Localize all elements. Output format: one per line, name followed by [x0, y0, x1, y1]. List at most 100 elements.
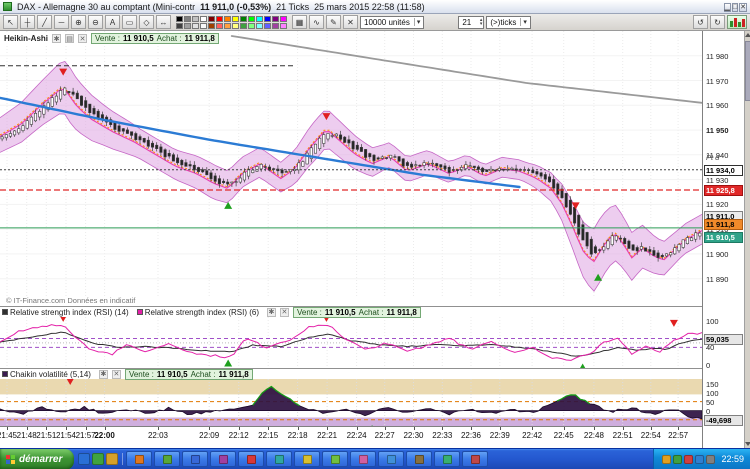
undo-icon[interactable]: ↺ — [693, 15, 708, 29]
minimize-button[interactable]: ▁ — [724, 3, 731, 12]
taskbar-button[interactable] — [322, 451, 348, 467]
close-button[interactable]: ✕ — [739, 3, 747, 12]
color-swatch[interactable] — [256, 16, 263, 22]
color-swatch[interactable] — [216, 16, 223, 22]
color-swatch[interactable] — [184, 23, 191, 29]
zoom-in-icon[interactable]: ⊕ — [71, 15, 86, 29]
cursor-icon[interactable]: ↖ — [3, 15, 18, 29]
color-swatch[interactable] — [224, 23, 231, 29]
chart-style-icon[interactable] — [727, 15, 747, 29]
color-swatch[interactable] — [208, 16, 215, 22]
color-swatch[interactable] — [280, 16, 287, 22]
taskbar-button[interactable] — [434, 451, 460, 467]
units-dropdown[interactable]: 10000 unités ▾ — [360, 16, 424, 29]
color-swatch[interactable] — [176, 23, 183, 29]
time-axis[interactable]: 21:4521:4821:5121:5421:5722:0022:0322:09… — [0, 426, 702, 448]
color-swatch[interactable] — [264, 23, 271, 29]
color-swatch[interactable] — [184, 16, 191, 22]
tray-alert-icon[interactable] — [684, 455, 693, 464]
main-chart-canvas[interactable] — [0, 31, 702, 296]
delete-icon[interactable]: ✕ — [343, 15, 358, 29]
quicklaunch-desktop-icon[interactable] — [92, 453, 104, 465]
price-axis-label: 11 980 — [706, 52, 728, 61]
price-axis[interactable]: 11 98011 97011 96011 95011 94011 93011 9… — [702, 31, 744, 448]
color-swatch[interactable] — [216, 23, 223, 29]
scrollbar-thumb[interactable] — [745, 41, 750, 101]
achat-label: Achat : — [191, 370, 216, 379]
crosshair-icon[interactable]: ┼ — [20, 15, 35, 29]
grid-icon[interactable]: ▦ — [292, 15, 307, 29]
trendline-icon[interactable]: ╱ — [37, 15, 52, 29]
tray-volume-icon[interactable] — [706, 455, 715, 464]
color-swatch[interactable] — [256, 23, 263, 29]
taskbar-button[interactable] — [350, 451, 376, 467]
ticks-count-input[interactable]: 21 ▴ ▾ — [458, 16, 484, 29]
color-swatch[interactable] — [200, 16, 207, 22]
taskbar-button[interactable] — [266, 451, 292, 467]
taskbar-button[interactable] — [294, 451, 320, 467]
rectangle-tool-icon[interactable]: ▭ — [122, 15, 137, 29]
color-swatch[interactable] — [280, 23, 287, 29]
time-axis-label: 22:33 — [432, 431, 452, 440]
scroll-up-icon[interactable] — [745, 33, 750, 37]
taskbar-button[interactable] — [238, 451, 264, 467]
curve-icon[interactable]: ∿ — [309, 15, 324, 29]
color-swatch[interactable] — [248, 16, 255, 22]
color-swatch[interactable] — [208, 23, 215, 29]
sell-signal-arrow — [670, 320, 678, 327]
taskbar-button[interactable] — [462, 451, 488, 467]
color-swatch[interactable] — [200, 23, 207, 29]
tray-antivirus-icon[interactable] — [673, 455, 682, 464]
taskbar-button[interactable] — [154, 451, 180, 467]
settings-icon[interactable]: ✱ — [267, 308, 276, 317]
horizontal-line-icon[interactable]: ─ — [54, 15, 69, 29]
maximize-button[interactable]: □ — [732, 3, 738, 12]
fibonacci-icon[interactable]: ◇ — [139, 15, 154, 29]
taskbar-button[interactable] — [406, 451, 432, 467]
indicator-name: Relative strength index (RSI) (14) — [2, 308, 129, 317]
chaikin-chart-canvas[interactable] — [0, 379, 702, 426]
list-icon[interactable]: ▤ — [65, 34, 74, 43]
taskbar-button[interactable] — [378, 451, 404, 467]
draw-icon[interactable]: ✎ — [326, 15, 341, 29]
quicklaunch-browser-icon[interactable] — [78, 453, 90, 465]
close-indicator-icon[interactable]: ✕ — [112, 370, 121, 379]
time-axis-tick — [86, 427, 87, 430]
taskbar-button[interactable] — [126, 451, 152, 467]
color-swatch[interactable] — [248, 23, 255, 29]
taskbar-button[interactable] — [182, 451, 208, 467]
text-tool-icon[interactable]: A — [105, 15, 120, 29]
color-swatch[interactable] — [240, 23, 247, 29]
color-swatch[interactable] — [224, 16, 231, 22]
vertical-scrollbar[interactable] — [744, 31, 750, 448]
time-axis-label: 22:12 — [229, 431, 249, 440]
color-swatch[interactable] — [240, 16, 247, 22]
rsi-chart-canvas[interactable] — [0, 317, 702, 368]
start-button[interactable]: démarrer — [0, 449, 74, 469]
taskbar-button-icon — [387, 455, 396, 464]
timeframe-dropdown[interactable]: (>)ticks ▾ — [486, 16, 531, 29]
ticks-count-spinner[interactable]: ▴ ▾ — [480, 18, 483, 26]
tray-update-icon[interactable] — [662, 455, 671, 464]
tray-network-icon[interactable] — [695, 455, 704, 464]
spinner-down-icon[interactable]: ▾ — [480, 22, 483, 26]
color-swatch[interactable] — [264, 16, 271, 22]
measure-icon[interactable]: ↔ — [156, 15, 171, 29]
color-swatch[interactable] — [192, 16, 199, 22]
quicklaunch-mail-icon[interactable] — [106, 453, 118, 465]
redo-icon[interactable]: ↻ — [710, 15, 725, 29]
close-indicator-icon[interactable]: ✕ — [78, 34, 87, 43]
color-swatch[interactable] — [176, 16, 183, 22]
scroll-down-icon[interactable] — [745, 442, 750, 446]
settings-icon[interactable]: ✱ — [99, 370, 108, 379]
color-swatch[interactable] — [192, 23, 199, 29]
close-indicator-icon[interactable]: ✕ — [280, 308, 289, 317]
taskbar-button[interactable] — [210, 451, 236, 467]
settings-icon[interactable]: ✱ — [52, 34, 61, 43]
zoom-out-icon[interactable]: ⊖ — [88, 15, 103, 29]
color-swatch[interactable] — [272, 16, 279, 22]
color-swatch[interactable] — [232, 16, 239, 22]
color-swatch[interactable] — [272, 23, 279, 29]
copyright-notice: © IT-Finance.com Données en indicatif — [4, 296, 137, 305]
color-swatch[interactable] — [232, 23, 239, 29]
